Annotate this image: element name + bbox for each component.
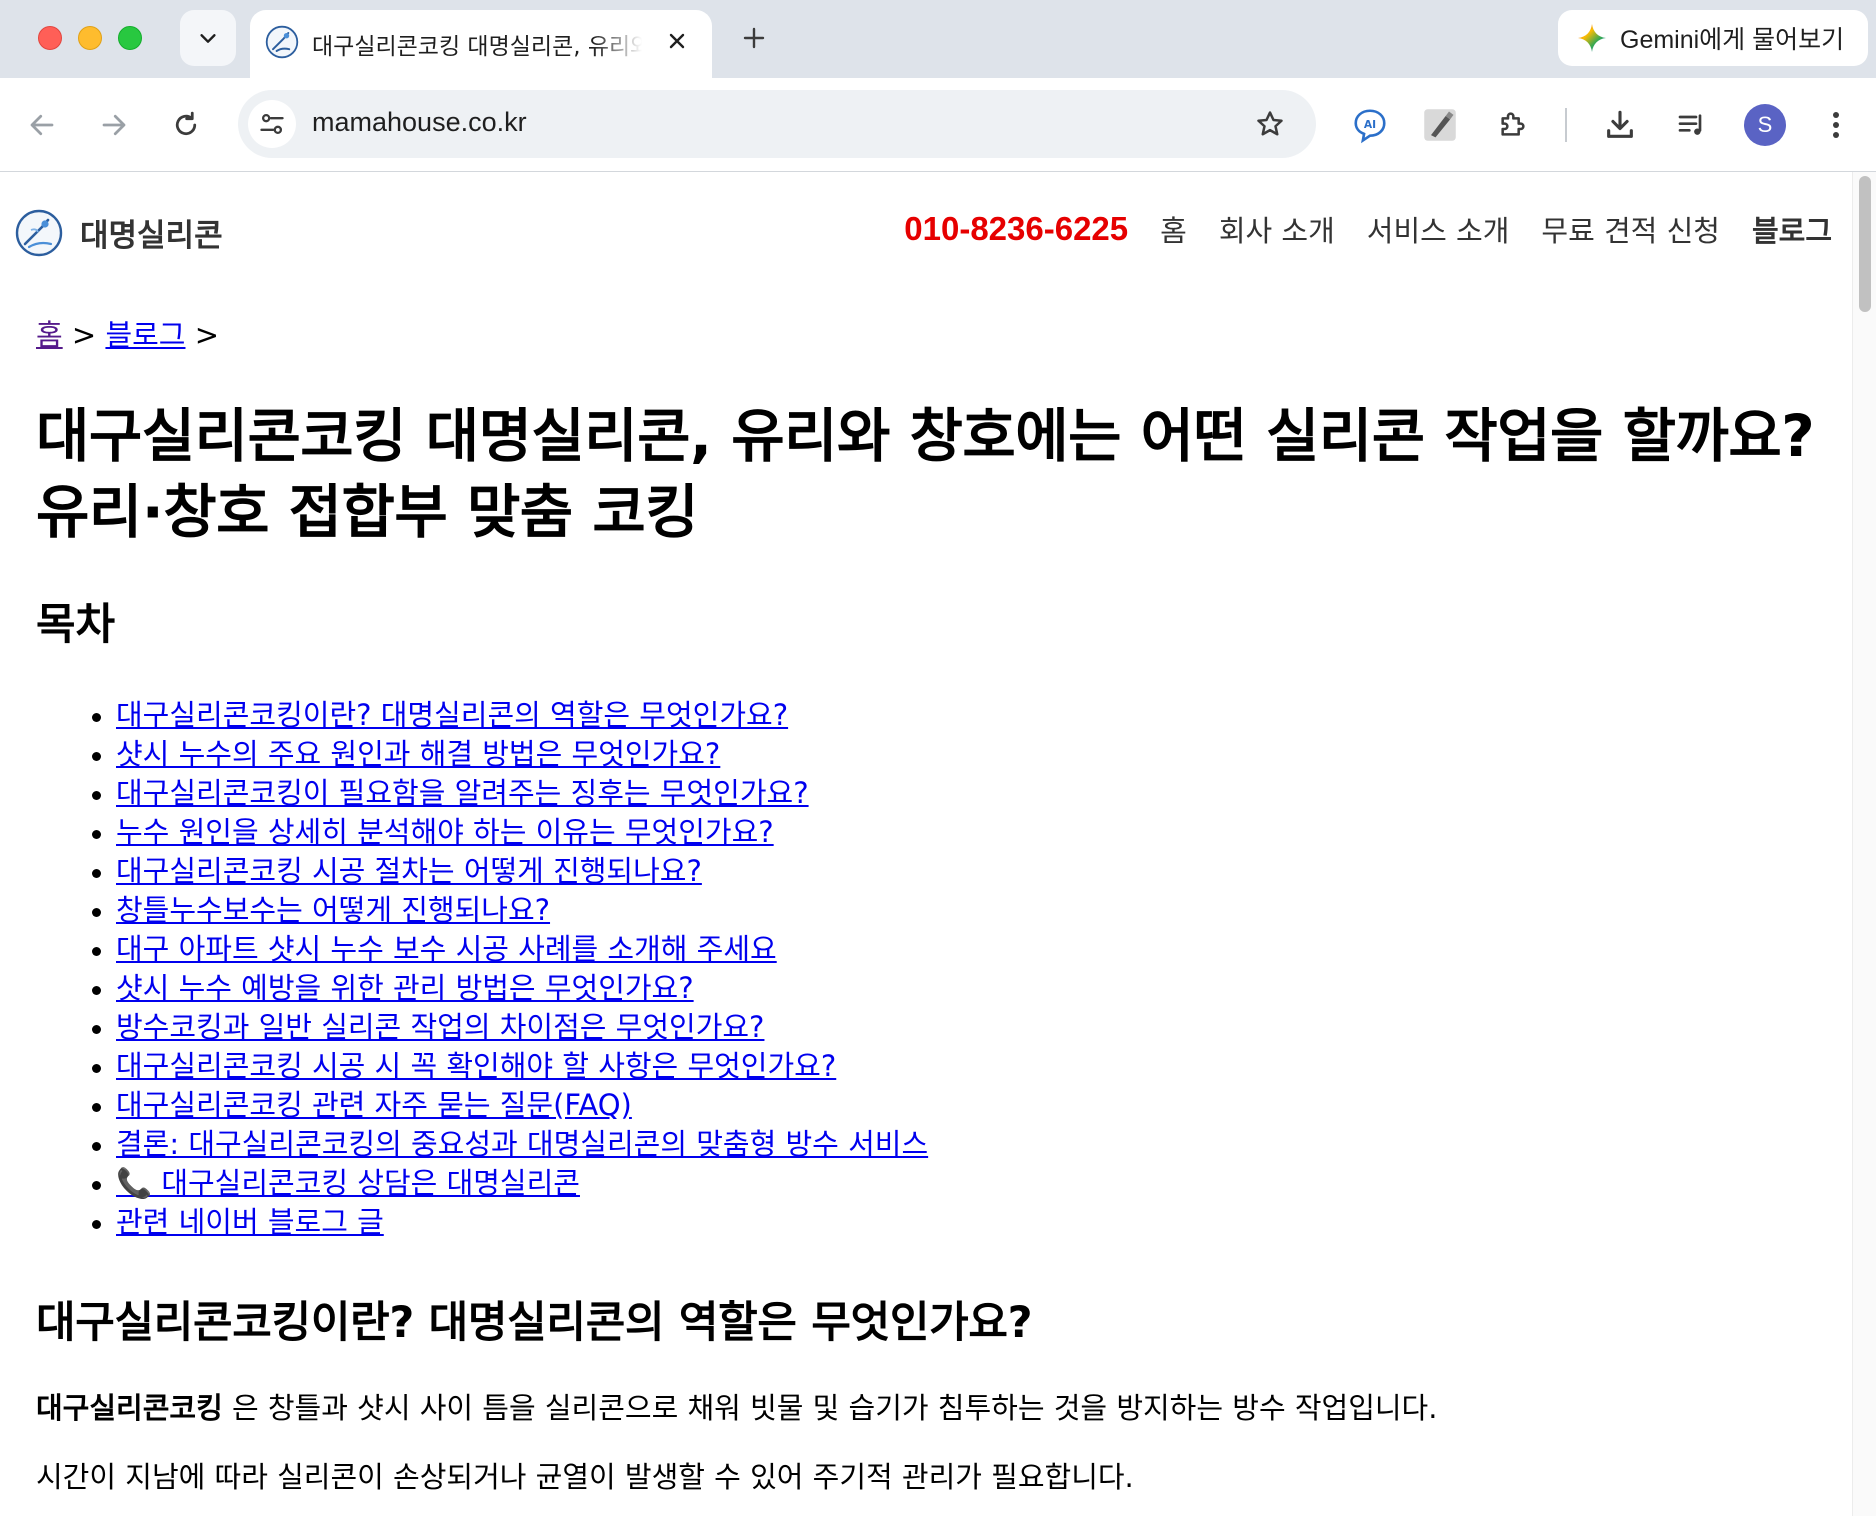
nav-item-quote[interactable]: 무료 견적 신청 xyxy=(1541,208,1720,250)
toc-item: 대구실리콘코킹 시공 시 꼭 확인해야 할 사항은 무엇인가요? xyxy=(92,1047,1836,1086)
toc-item: 샷시 누수 예방을 위한 관리 방법은 무엇인가요? xyxy=(92,969,1836,1008)
toc-item: 누수 원인을 상세히 분석해야 하는 이유는 무엇인가요? xyxy=(92,813,1836,852)
window-close-button[interactable] xyxy=(38,26,62,50)
toc-link[interactable]: 결론: 대구실리콘코킹의 중요성과 대명실리콘의 맞춤형 방수 서비스 xyxy=(116,1127,928,1161)
toc-link[interactable]: 📞 대구실리콘코킹 상담은 대명실리콘 xyxy=(116,1166,580,1200)
toolbar-divider xyxy=(1565,108,1567,142)
window-minimize-button[interactable] xyxy=(78,26,102,50)
toc-item: 방수코킹과 일반 실리콘 작업의 차이점은 무엇인가요? xyxy=(92,1008,1836,1047)
toc-link[interactable]: 대구실리콘코킹이 필요함을 알려주는 징후는 무엇인가요? xyxy=(116,776,809,810)
toc-item: 대구 아파트 샷시 누수 보수 시공 사례를 소개해 주세요 xyxy=(92,930,1836,969)
site-favicon-icon xyxy=(265,25,299,59)
downloads-button[interactable] xyxy=(1598,103,1642,147)
site-logo-text[interactable]: 대명실리콘 xyxy=(80,210,223,255)
breadcrumb-separator: > xyxy=(62,318,106,352)
keyword-bold: 대구실리콘코킹 xyxy=(36,1391,223,1425)
breadcrumb: 홈 > 블로그 > xyxy=(36,312,1836,372)
toc-item: 대구실리콘코킹 관련 자주 묻는 질문(FAQ) xyxy=(92,1086,1836,1125)
gemini-button[interactable]: Gemini에게 물어보기 xyxy=(1558,10,1868,66)
tab-close-button[interactable] xyxy=(662,26,692,56)
toc-list: 대구실리콘코킹이란? 대명실리콘의 역할은 무엇인가요? 샷시 누수의 주요 원… xyxy=(36,696,1836,1242)
toc-item: 샷시 누수의 주요 원인과 해결 방법은 무엇인가요? xyxy=(92,735,1836,774)
site-header: 대명실리콘 010-8236-6225 홈 회사 소개 서비스 소개 무료 견적… xyxy=(0,172,1852,284)
page-viewport: 대명실리콘 010-8236-6225 홈 회사 소개 서비스 소개 무료 견적… xyxy=(0,172,1876,1516)
site-logo-icon[interactable] xyxy=(14,208,64,258)
toc-link[interactable]: 누수 원인을 상세히 분석해야 하는 이유는 무엇인가요? xyxy=(116,815,774,849)
arrow-right-icon xyxy=(102,114,126,136)
pen-tool-icon xyxy=(1424,109,1456,141)
toc-link[interactable]: 샷시 누수 예방을 위한 관리 방법은 무엇인가요? xyxy=(116,971,694,1005)
tab-search-button[interactable] xyxy=(180,10,236,66)
section-paragraph: 시간이 지남에 따라 실리콘이 손상되거나 균열이 발생할 수 있어 주기적 관… xyxy=(36,1460,1134,1494)
tool-extension-button[interactable] xyxy=(1418,103,1462,147)
toc-item: 결론: 대구실리콘코킹의 중요성과 대명실리콘의 맞춤형 방수 서비스 xyxy=(92,1125,1836,1164)
url-text: mamahouse.co.kr xyxy=(312,107,527,137)
chevron-down-icon xyxy=(200,34,216,43)
puzzle-icon xyxy=(1501,112,1525,136)
ai-translate-icon: AI xyxy=(1354,109,1386,144)
playlist-icon xyxy=(1678,114,1702,135)
toc-link[interactable]: 관련 네이버 블로그 글 xyxy=(116,1205,384,1239)
nav-item-services[interactable]: 서비스 소개 xyxy=(1367,208,1510,250)
site-info-button[interactable] xyxy=(248,100,296,148)
toc-link[interactable]: 대구실리콘코킹 시공 시 꼭 확인해야 할 사항은 무엇인가요? xyxy=(116,1049,836,1083)
toc-title: 목차 xyxy=(36,600,116,650)
toc-link[interactable]: 대구 아파트 샷시 누수 보수 시공 사례를 소개해 주세요 xyxy=(116,932,777,966)
breadcrumb-blog-link[interactable]: 블로그 xyxy=(105,318,185,352)
profile-avatar[interactable]: S xyxy=(1744,104,1786,146)
toc-item: 대구실리콘코킹이 필요함을 알려주는 징후는 무엇인가요? xyxy=(92,774,1836,813)
section-paragraph: 대구실리콘코킹 은 창틀과 샷시 사이 틈을 실리콘으로 채워 빗물 및 습기가… xyxy=(36,1388,1836,1428)
window-maximize-button[interactable] xyxy=(118,26,142,50)
toc-item: 대구실리콘코킹이란? 대명실리콘의 역할은 무엇인가요? xyxy=(92,696,1836,735)
browser-menu-button[interactable] xyxy=(1814,103,1858,147)
address-bar[interactable]: mamahouse.co.kr xyxy=(238,90,1316,158)
toc-link[interactable]: 샷시 누수의 주요 원인과 해결 방법은 무엇인가요? xyxy=(116,737,720,771)
tab-strip: 대구실리콘코킹 대명실리콘, 유리와 창호에는 어떤 실리콘 작업을 할까요? … xyxy=(0,0,1876,78)
browser-toolbar: mamahouse.co.kr AI S xyxy=(0,78,1876,172)
article-content: 홈 > 블로그 > 대구실리콘코킹 대명실리콘, 유리와 창호에는 어떤 실리콘… xyxy=(36,312,1836,1497)
new-tab-button[interactable] xyxy=(736,20,772,56)
media-controls-button[interactable] xyxy=(1670,103,1714,147)
nav-item-home[interactable]: 홈 xyxy=(1160,208,1187,250)
bookmark-button[interactable] xyxy=(1250,104,1290,144)
tab-title: 대구실리콘코킹 대명실리콘, 유리와 창호에는 어떤 실리콘 작업을 할까요? xyxy=(312,34,642,60)
tune-icon xyxy=(260,113,284,135)
breadcrumb-home-link[interactable]: 홈 xyxy=(36,318,63,352)
back-button[interactable] xyxy=(20,103,64,147)
toc-link[interactable]: 대구실리콘코킹 관련 자주 묻는 질문(FAQ) xyxy=(116,1088,632,1122)
toc-item: 📞 대구실리콘코킹 상담은 대명실리콘 xyxy=(92,1164,1836,1203)
page-title: 대구실리콘코킹 대명실리콘, 유리와 창호에는 어떤 실리콘 작업을 할까요? … xyxy=(36,402,1815,546)
close-icon xyxy=(669,33,685,49)
download-icon xyxy=(1607,110,1633,138)
plus-icon xyxy=(743,27,765,49)
svg-text:AI: AI xyxy=(1364,118,1376,131)
site-nav: 010-8236-6225 홈 회사 소개 서비스 소개 무료 견적 신청 블로… xyxy=(904,208,1832,250)
toc-item: 창틀누수보수는 어떻게 진행되나요? xyxy=(92,891,1836,930)
gemini-sparkle-icon xyxy=(1578,24,1606,52)
ai-extension-button[interactable]: AI xyxy=(1348,103,1392,147)
toc-link[interactable]: 대구실리콘코킹 시공 절차는 어떻게 진행되나요? xyxy=(116,854,702,888)
toc-link[interactable]: 방수코킹과 일반 실리콘 작업의 차이점은 무엇인가요? xyxy=(116,1010,764,1044)
toc-item: 대구실리콘코킹 시공 절차는 어떻게 진행되나요? xyxy=(92,852,1836,891)
kebab-menu-icon xyxy=(1833,112,1839,138)
section-heading: 대구실리콘코킹이란? 대명실리콘의 역할은 무엇인가요? xyxy=(36,1298,1033,1348)
extensions-button[interactable] xyxy=(1490,103,1534,147)
reload-icon xyxy=(175,111,197,136)
active-tab[interactable]: 대구실리콘코킹 대명실리콘, 유리와 창호에는 어떤 실리콘 작업을 할까요? xyxy=(250,10,712,78)
toc-link[interactable]: 창틀누수보수는 어떻게 진행되나요? xyxy=(116,893,550,927)
toc-link[interactable]: 대구실리콘코킹이란? 대명실리콘의 역할은 무엇인가요? xyxy=(116,698,788,732)
reload-button[interactable] xyxy=(164,103,208,147)
forward-button[interactable] xyxy=(92,103,136,147)
nav-phone-link[interactable]: 010-8236-6225 xyxy=(904,210,1128,248)
nav-item-about[interactable]: 회사 소개 xyxy=(1219,208,1335,250)
paragraph-text: 은 창틀과 샷시 사이 틈을 실리콘으로 채워 빗물 및 습기가 침투하는 것을… xyxy=(222,1391,1438,1425)
breadcrumb-separator: > xyxy=(185,318,220,352)
star-icon xyxy=(1257,111,1283,136)
scrollbar-thumb[interactable] xyxy=(1859,176,1871,312)
page-scrollbar[interactable] xyxy=(1852,172,1876,1516)
nav-item-blog[interactable]: 블로그 xyxy=(1752,208,1832,250)
gemini-button-label: Gemini에게 물어보기 xyxy=(1620,26,1845,54)
arrow-left-icon xyxy=(30,114,54,136)
toc-item: 관련 네이버 블로그 글 xyxy=(92,1203,1836,1242)
